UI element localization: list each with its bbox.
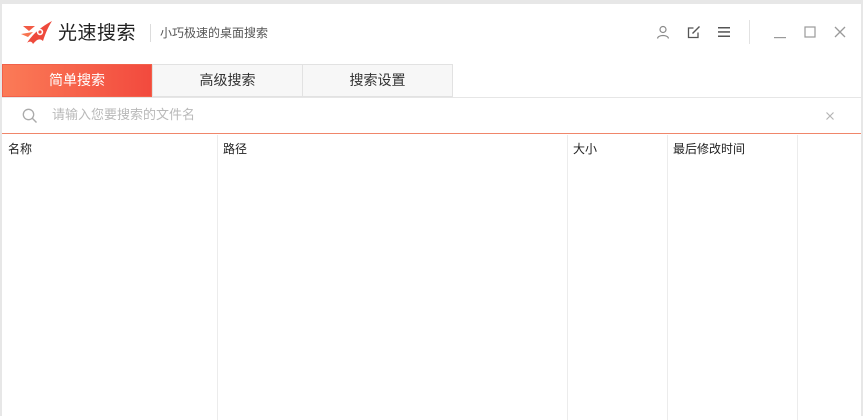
title-bar[interactable]: 光速搜索 小巧极速的桌面搜索 <box>2 4 861 63</box>
app-logo-icon <box>21 21 52 44</box>
column-size: 大小 <box>567 135 668 420</box>
user-icon[interactable] <box>655 24 671 40</box>
column-filler <box>797 135 861 420</box>
results-table: 名称 路径 大小 最后修改时间 <box>2 135 861 420</box>
column-header-name[interactable]: 名称 <box>8 141 32 157</box>
search-icon <box>22 108 37 123</box>
tab-simple-search[interactable]: 简单搜索 <box>2 64 152 97</box>
app-tagline: 小巧极速的桌面搜索 <box>160 26 269 40</box>
tab-search-settings[interactable]: 搜索设置 <box>302 64 453 97</box>
column-path: 路径 <box>217 135 568 420</box>
search-bar <box>2 98 861 134</box>
app-window: 光速搜索 小巧极速的桌面搜索 简单搜索 高级搜索 搜索设置 请输入您要搜索的文件… <box>0 0 863 420</box>
column-header-size[interactable]: 大小 <box>573 141 597 157</box>
column-modified: 最后修改时间 <box>667 135 798 420</box>
close-icon[interactable] <box>832 24 848 40</box>
tab-advanced-search[interactable]: 高级搜索 <box>152 64 303 97</box>
app-name: 光速搜索 <box>58 22 137 44</box>
minimize-icon[interactable] <box>772 24 788 40</box>
clear-search-icon[interactable] <box>823 109 837 123</box>
column-name: 名称 <box>2 135 218 420</box>
search-input[interactable] <box>52 104 792 126</box>
tab-bar: 简单搜索 高级搜索 搜索设置 <box>2 64 861 98</box>
column-header-path[interactable]: 路径 <box>223 141 247 157</box>
column-header-modified[interactable]: 最后修改时间 <box>673 141 745 157</box>
titlebar-divider <box>749 20 750 44</box>
maximize-icon[interactable] <box>802 24 818 40</box>
title-divider <box>150 24 151 42</box>
edit-icon[interactable] <box>686 24 702 40</box>
menu-icon[interactable] <box>716 24 732 40</box>
